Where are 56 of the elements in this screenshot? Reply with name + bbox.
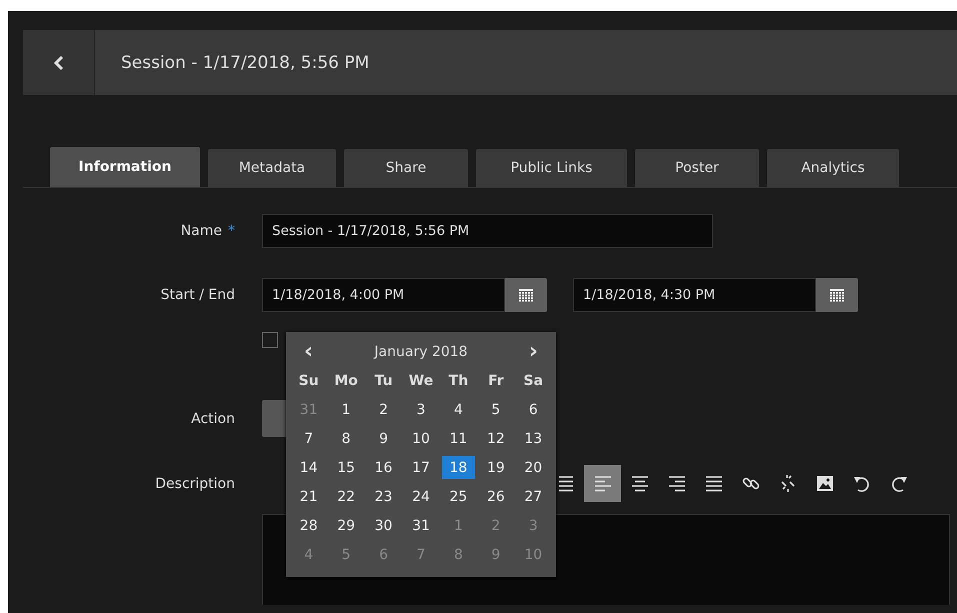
- field-label: Description: [154, 476, 235, 492]
- month-title: January 2018: [374, 344, 468, 360]
- weekday-label: Su: [298, 372, 320, 390]
- calendar-day[interactable]: 21: [290, 482, 328, 511]
- calendar-day[interactable]: 6: [514, 395, 552, 424]
- field-label: Start / End: [160, 287, 235, 303]
- calendar-day[interactable]: 10: [402, 424, 440, 453]
- calendar-day[interactable]: 23: [364, 482, 402, 511]
- required-mark: *: [228, 223, 235, 239]
- tab[interactable]: Public Links: [476, 149, 627, 187]
- field-label: Name: [180, 223, 222, 239]
- calendar-day[interactable]: 16: [364, 453, 402, 482]
- calendar-day[interactable]: 2: [364, 395, 402, 424]
- calendar-day[interactable]: 18: [442, 456, 476, 479]
- calendar-day[interactable]: 7: [290, 424, 328, 453]
- weekday-label: Sa: [522, 372, 544, 390]
- calendar-day[interactable]: 14: [290, 453, 328, 482]
- tab[interactable]: Metadata: [208, 149, 336, 187]
- calendar-day[interactable]: 3: [402, 395, 440, 424]
- calendar-day[interactable]: 1: [327, 395, 365, 424]
- calendar-day[interactable]: 8: [327, 424, 365, 453]
- calendar-day[interactable]: 12: [477, 424, 515, 453]
- calendar-day[interactable]: 9: [364, 424, 402, 453]
- tab[interactable]: Poster: [635, 149, 759, 187]
- calendar-day[interactable]: 25: [440, 482, 478, 511]
- field-label: Action: [190, 410, 235, 426]
- weekday-label: Tu: [374, 372, 394, 390]
- calendar-day[interactable]: 22: [327, 482, 365, 511]
- previous-month-button[interactable]: ‹: [300, 341, 318, 363]
- weekday-label: We: [408, 372, 434, 390]
- calendar-day[interactable]: 31: [402, 511, 440, 540]
- calendar-day[interactable]: 26: [477, 482, 515, 511]
- weekday-label: Th: [448, 372, 470, 390]
- calendar-day[interactable]: 11: [440, 424, 478, 453]
- calendar-day[interactable]: 13: [514, 424, 552, 453]
- name-input[interactable]: Session - 1/17/2018, 5:56 PM: [262, 214, 713, 248]
- calendar-day[interactable]: 4: [440, 395, 478, 424]
- calendar-day[interactable]: 5: [477, 395, 515, 424]
- calendar-day[interactable]: 27: [514, 482, 552, 511]
- weekday-label: Mo: [333, 372, 359, 390]
- tab[interactable]: Analytics: [767, 149, 899, 187]
- next-month-button[interactable]: ›: [524, 341, 542, 363]
- tab[interactable]: Information: [50, 147, 200, 187]
- calendar-day[interactable]: 24: [402, 482, 440, 511]
- date-input[interactable]: 1/18/2018, 4:30 PM: [573, 278, 816, 312]
- calendar-day[interactable]: 19: [477, 453, 515, 482]
- calendar-day[interactable]: 30: [364, 511, 402, 540]
- weekday-label: Fr: [487, 372, 505, 390]
- calendar-day[interactable]: 20: [514, 453, 552, 482]
- page-title: Session - 1/17/2018, 5:56 PM: [121, 52, 370, 72]
- calendar-day[interactable]: 28: [290, 511, 328, 540]
- calendar-day[interactable]: 15: [327, 453, 365, 482]
- calendar-day[interactable]: 17: [402, 453, 440, 482]
- tab[interactable]: Share: [344, 149, 468, 187]
- date-input[interactable]: 1/18/2018, 4:00 PM: [262, 278, 505, 312]
- calendar-day[interactable]: 29: [327, 511, 365, 540]
